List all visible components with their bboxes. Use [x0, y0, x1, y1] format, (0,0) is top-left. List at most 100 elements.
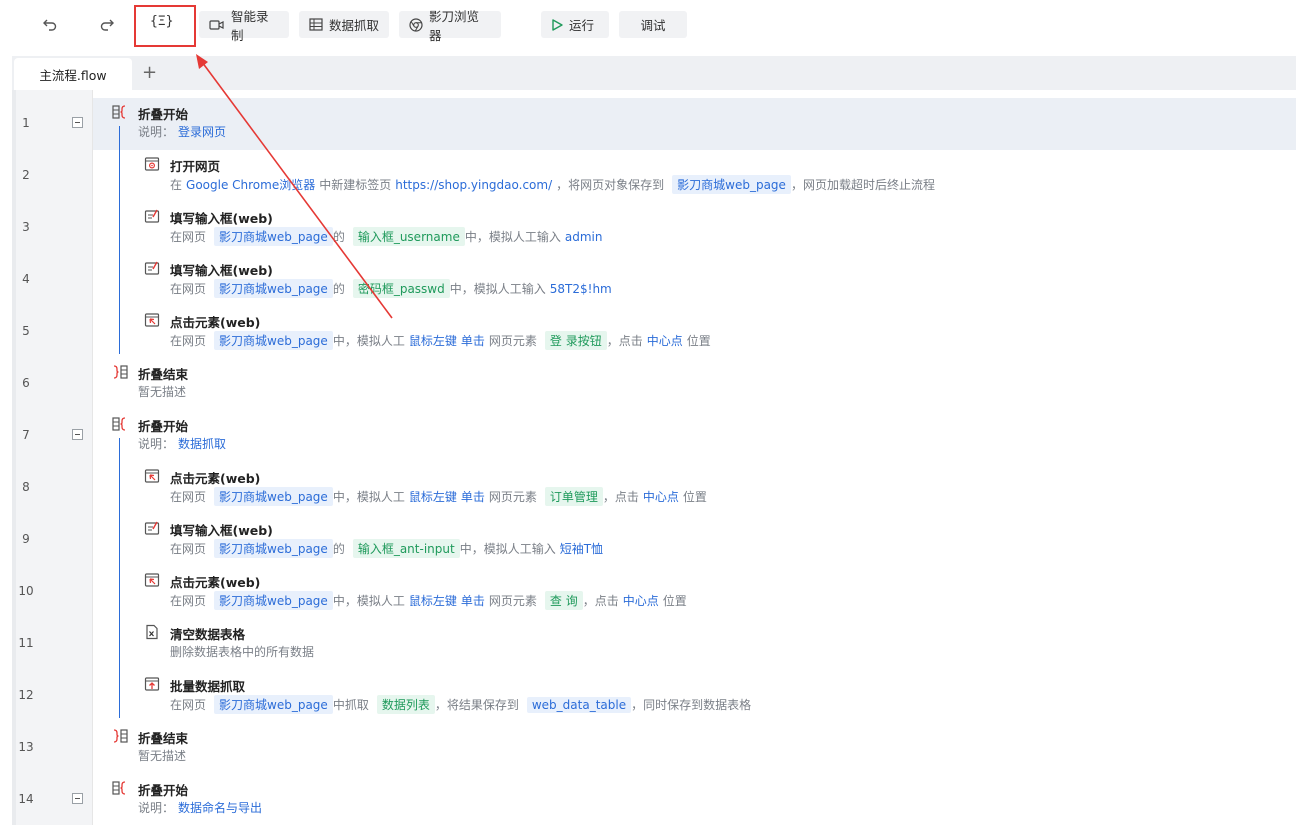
flow-row[interactable]: 7 折叠开始 说明： 数据抓取: [12, 410, 1296, 462]
toolbar: {Ξ} 智能录制 数据抓取 影刀浏览器 运行 调试: [0, 0, 1296, 48]
open-webpage-icon: [144, 156, 160, 172]
desc-param: 影刀商城web_page: [214, 331, 333, 350]
flow-editor: 1 折叠开始 说明： 登录网页 2 打开网页在 Google Chrome浏览器 中新建标签页…: [12, 90, 1296, 825]
flow-row[interactable]: 12 批量数据抓取 在网页 影刀商城web_page 中抓取 数据列表 ，将结果保存到 web…: [12, 670, 1296, 722]
desc-text: 网页元素: [488, 490, 537, 504]
desc-text: 位置: [662, 594, 687, 608]
step-description: 在网页 影刀商城web_page 中，模拟人工 鼠标左键 单击 网页元素登 录按钮 ，点击中…: [170, 331, 715, 350]
desc-text: 说明：: [138, 125, 175, 139]
desc-param: 鼠标左键: [408, 334, 457, 348]
desc-text: 暂无描述: [138, 749, 187, 763]
desc-param: 影刀商城web_page: [214, 695, 333, 714]
line-number: 3: [22, 220, 30, 234]
step-title: 折叠结束: [138, 731, 189, 746]
desc-text: 位置: [682, 490, 707, 504]
fold-guide-line: [119, 438, 120, 718]
desc-text: 的: [332, 230, 345, 244]
line-number: 6: [22, 376, 30, 390]
step-description: 暂无描述: [138, 383, 190, 400]
step-title: 批量数据抓取: [170, 679, 246, 694]
desc-text: ，点击: [606, 334, 643, 348]
desc-param: 数据抓取: [178, 437, 227, 451]
data-capture-button[interactable]: 数据抓取: [299, 11, 389, 38]
step-description: 在网页 影刀商城web_page 中抓取 数据列表 ，将结果保存到 web_data_ta…: [170, 695, 755, 714]
flow-row[interactable]: 9 填写输入框(web) 在网页 影刀商城web_page 的输入框_ant-input…: [12, 514, 1296, 566]
desc-text: 在网页: [170, 542, 207, 556]
redo-icon[interactable]: [93, 11, 121, 37]
desc-text: 中，模拟人工输入: [459, 542, 556, 556]
desc-text: 说明：: [138, 801, 175, 815]
desc-param: 中心点: [642, 490, 679, 504]
debug-label: 调试: [640, 18, 666, 33]
line-number: 5: [22, 324, 30, 338]
run-button[interactable]: 运行: [541, 11, 609, 38]
desc-text: 在: [170, 178, 183, 192]
desc-text: 的: [332, 282, 345, 296]
tab-main-flow[interactable]: 主流程.flow: [14, 58, 132, 90]
desc-text: 删除数据表格中的所有数据: [170, 645, 315, 659]
desc-text: ，点击: [602, 490, 639, 504]
flow-row[interactable]: 6 折叠结束 暂无描述: [12, 358, 1296, 410]
collapse-toggle[interactable]: [72, 429, 83, 440]
desc-text: 的: [332, 542, 345, 556]
desc-param: 数据命名与导出: [178, 801, 263, 815]
step-description: 删除数据表格中的所有数据: [170, 643, 318, 660]
flow-row[interactable]: 1 折叠开始 说明： 登录网页: [12, 98, 1296, 150]
click-element-icon: [144, 312, 160, 328]
step-title: 折叠开始: [138, 419, 189, 434]
flow-row[interactable]: 13 折叠结束 暂无描述: [12, 722, 1296, 774]
fold-start-icon: [112, 104, 128, 120]
step-title: 打开网页: [170, 159, 221, 174]
desc-text: 中新建标签页: [319, 178, 392, 192]
table-icon: [309, 18, 323, 31]
clear-table-icon: [144, 624, 160, 640]
run-label: 运行: [569, 18, 595, 33]
flow-row[interactable]: 2 打开网页在 Google Chrome浏览器 中新建标签页 https://shop…: [12, 150, 1296, 202]
desc-text: 说明：: [138, 437, 175, 451]
step-title: 点击元素(web): [170, 471, 261, 486]
desc-text: ，点击: [582, 594, 619, 608]
code-view-button[interactable]: {Ξ}: [150, 14, 173, 29]
fold-start-icon: [112, 780, 128, 796]
step-title: 点击元素(web): [170, 575, 261, 590]
desc-param: 订单管理: [544, 487, 603, 506]
flow-row[interactable]: 4 填写输入框(web) 在网页 影刀商城web_page 的密码框_passwd 中，模…: [12, 254, 1296, 306]
collapse-toggle[interactable]: [72, 117, 83, 128]
desc-text: 在网页: [170, 698, 207, 712]
desc-param: 单击: [460, 490, 485, 504]
step-title: 填写输入框(web): [170, 523, 273, 538]
desc-text: 中，模拟人工: [332, 490, 405, 504]
flow-row[interactable]: 14 折叠开始 说明： 数据命名与导出: [12, 774, 1296, 826]
debug-button[interactable]: 调试: [619, 11, 687, 38]
desc-text: 位置: [686, 334, 711, 348]
desc-param: 影刀商城web_page: [214, 227, 333, 246]
collapse-toggle[interactable]: [72, 793, 83, 804]
play-icon: [551, 18, 563, 31]
desc-param: 数据列表: [376, 695, 435, 714]
flow-row[interactable]: 5 点击元素(web) 在网页 影刀商城web_page 中，模拟人工 鼠标左键 单击 网页元…: [12, 306, 1296, 358]
fold-guide-line: [119, 126, 120, 354]
step-description: 在网页 影刀商城web_page 中，模拟人工 鼠标左键 单击 网页元素查 询，点击 中心点…: [170, 591, 691, 610]
flow-row[interactable]: 10 点击元素(web) 在网页 影刀商城web_page 中，模拟人工 鼠标左键 单击 网页…: [12, 566, 1296, 618]
line-number: 4: [22, 272, 30, 286]
desc-param: 输入框_ant-input: [352, 539, 460, 558]
undo-icon[interactable]: [36, 11, 64, 37]
fold-start-icon: [112, 416, 128, 432]
smart-record-button[interactable]: 智能录制: [199, 9, 289, 43]
desc-param: 单击: [460, 594, 485, 608]
desc-text: 在网页: [170, 230, 207, 244]
desc-param: 登 录按钮: [544, 331, 607, 350]
desc-param: 影刀商城web_page: [214, 279, 333, 298]
desc-text: 中，模拟人工: [332, 334, 405, 348]
add-tab-button[interactable]: +: [142, 62, 157, 83]
desc-param: admin: [564, 229, 603, 244]
desc-text: 中，模拟人工输入: [464, 230, 561, 244]
desc-text: 中抓取: [332, 698, 369, 712]
flow-row[interactable]: 3 填写输入框(web) 在网页 影刀商城web_page 的输入框_username 中…: [12, 202, 1296, 254]
flow-row[interactable]: 11 清空数据表格 删除数据表格中的所有数据: [12, 618, 1296, 670]
step-title: 折叠开始: [138, 107, 189, 122]
browser-button[interactable]: 影刀浏览器: [399, 9, 501, 43]
desc-param: 影刀商城web_page: [214, 487, 333, 506]
flow-row[interactable]: 8 点击元素(web) 在网页 影刀商城web_page 中，模拟人工 鼠标左键 单击 网页元…: [12, 462, 1296, 514]
desc-param: Google Chrome浏览器: [186, 178, 316, 192]
